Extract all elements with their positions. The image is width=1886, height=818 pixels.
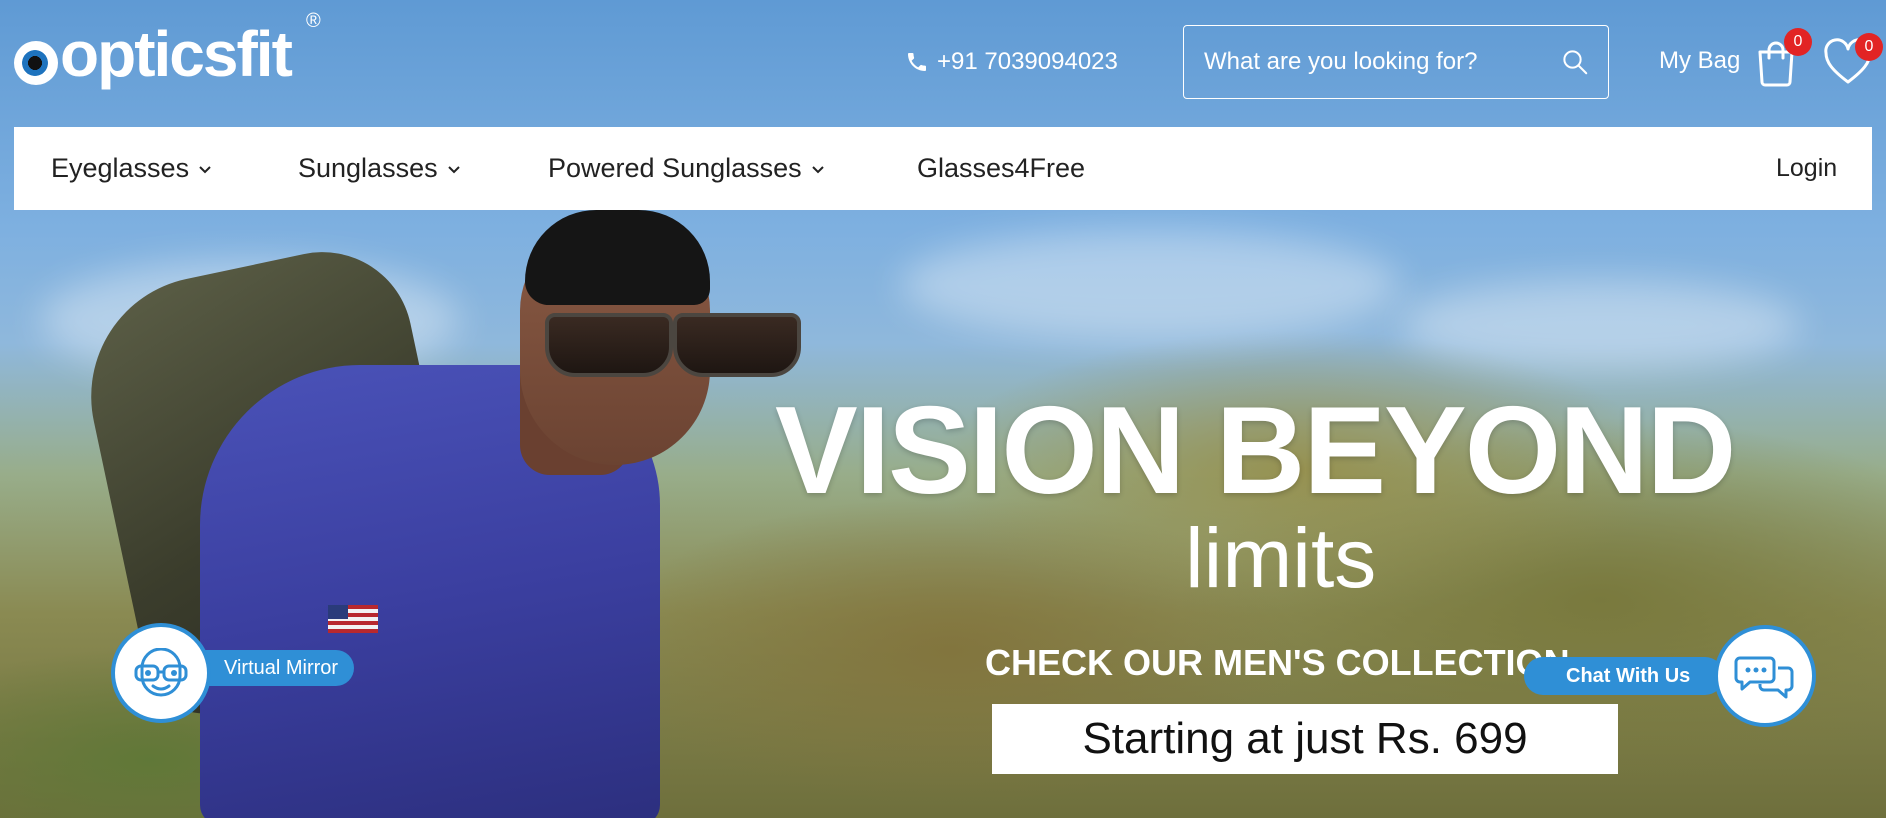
search-input[interactable] [1202,47,1560,77]
phone-icon [908,53,926,71]
search-icon[interactable] [1560,47,1590,77]
chevron-down-icon [811,165,824,173]
my-bag-label[interactable]: My Bag [1659,47,1740,75]
nav-label: Glasses4Free [917,153,1086,183]
chevron-down-icon [199,165,211,173]
price-banner[interactable]: Starting at just Rs. 699 [992,704,1618,774]
phone-number: +91 7039094023 [937,48,1118,75]
chat-with-us-button[interactable]: Chat With Us [1524,657,1724,695]
chat-label: Chat With Us [1566,664,1691,687]
registered-mark: ® [306,10,321,32]
glasses-face-icon [134,648,188,697]
nav-powered-sunglasses[interactable]: Powered Sunglasses [548,127,826,210]
brand-name: opticsfit [60,18,293,90]
bag-count-badge: 0 [1784,28,1812,56]
virtual-mirror-label: Virtual Mirror [224,656,339,679]
hero-collection-cta[interactable]: CHECK OUR MEN'S COLLECTION [985,642,1570,684]
chevron-down-icon [447,165,460,173]
login-link[interactable]: Login [1776,127,1837,210]
login-label: Login [1776,154,1838,182]
search-box[interactable] [1183,25,1609,99]
nav-glasses4free[interactable]: Glasses4Free [917,127,1085,210]
hero-subheadline: limits [1185,511,1377,605]
nav-sunglasses[interactable]: Sunglasses [298,127,462,210]
logo-eye-icon [14,41,58,85]
phone-contact[interactable]: +91 7039094023 [905,48,1118,76]
nav-label: Eyeglasses [51,153,190,183]
nav-eyeglasses[interactable]: Eyeglasses [51,127,213,210]
hero-headline: VISION BEYOND [775,382,1736,520]
virtual-mirror-launcher[interactable] [111,623,211,723]
chat-launcher[interactable] [1714,625,1816,727]
nav-label: Sunglasses [298,153,438,183]
wishlist-count-badge: 0 [1855,33,1883,61]
nav-label: Powered Sunglasses [548,153,802,183]
hero-model-image [68,205,801,818]
chat-bubbles-icon [1734,656,1794,699]
main-nav: Eyeglasses Sunglasses Powered Sunglasses… [14,127,1872,210]
brand-logo[interactable]: opticsfit [14,12,293,96]
price-text: Starting at just Rs. 699 [1082,714,1528,763]
